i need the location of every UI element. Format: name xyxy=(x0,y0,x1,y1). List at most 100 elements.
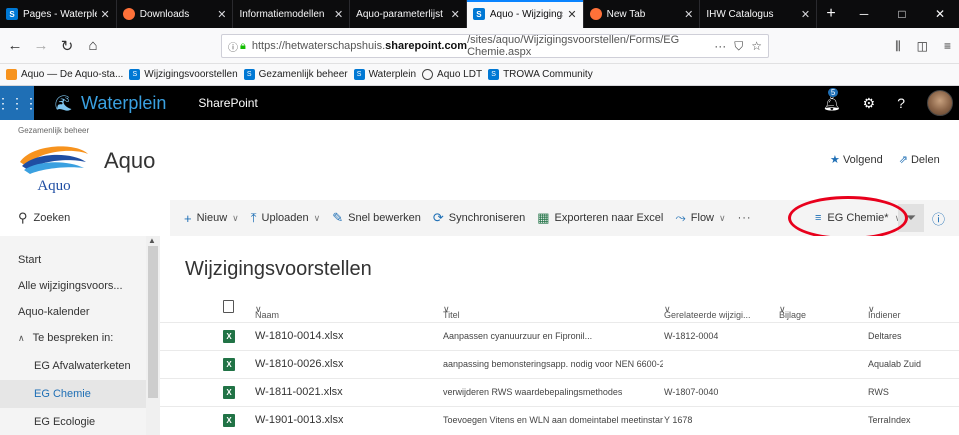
excel-file-icon: X xyxy=(223,414,235,427)
nav-item-eg-ecologie[interactable]: EG Ecologie xyxy=(0,408,146,435)
close-icon[interactable]: ✕ xyxy=(334,8,343,21)
column-header-name[interactable]: Naam ∨ xyxy=(255,304,279,320)
file-name[interactable]: W-1810-0014.xlsx xyxy=(255,330,343,342)
bookmark-aquo[interactable]: Aquo — De Aquo-sta... xyxy=(6,69,123,80)
library-icon[interactable]: ⫼ xyxy=(895,39,901,54)
table-row[interactable]: X W-1810-0026.xlsx aanpassing bemonsteri… xyxy=(160,350,959,378)
filter-icon[interactable]: ⏷ xyxy=(898,204,924,232)
settings-gear-icon[interactable]: ⚙ xyxy=(863,95,876,112)
nav-scrollbar-thumb[interactable] xyxy=(148,246,158,398)
nav-item-te-bespreken[interactable]: ∧ Te bespreken in: xyxy=(0,324,146,352)
reload-icon[interactable]: ↻ xyxy=(56,35,78,57)
sharepoint-icon: S xyxy=(129,69,141,80)
close-icon[interactable]: ✕ xyxy=(801,8,810,21)
nav-item-label: Te bespreken in: xyxy=(32,332,114,344)
details-pane-icon[interactable]: ⓘ xyxy=(932,200,945,236)
product-name[interactable]: SharePoint xyxy=(198,96,257,110)
maximize-icon[interactable]: □ xyxy=(883,0,921,28)
view-list-icon: ≡ xyxy=(815,212,822,224)
notifications-button[interactable]: 🔔︎ 5 xyxy=(823,87,841,112)
table-row[interactable]: X W-1810-0014.xlsx Aanpassen cyanuurzuur… xyxy=(160,322,959,350)
share-button[interactable]: ⇗ Delen xyxy=(899,153,940,166)
new-button[interactable]: + Nieuw ∨ xyxy=(178,200,245,236)
bookmark-label: Wijzigingsvoorstellen xyxy=(144,69,238,80)
nav-item-eg-chemie[interactable]: EG Chemie xyxy=(0,380,146,408)
bookmark-gezamenlijk-beheer[interactable]: S Gezamenlijk beheer xyxy=(243,69,348,80)
info-icon[interactable]: ⓘ xyxy=(228,39,238,54)
excel-icon: ▦ xyxy=(537,210,550,225)
site-title[interactable]: Aquo xyxy=(104,148,155,174)
file-name[interactable]: W-1810-0026.xlsx xyxy=(255,358,343,370)
chevron-up-icon[interactable]: ∧ xyxy=(18,333,25,344)
pocket-icon[interactable]: ⛉ xyxy=(734,39,743,54)
column-header-related[interactable]: Gerelateerde wijzigi... ∨ xyxy=(664,304,751,320)
close-icon[interactable]: ✕ xyxy=(101,8,110,21)
minimize-icon[interactable]: ─ xyxy=(845,0,883,28)
url-bar[interactable]: ⓘ 🔒︎ https://hetwaterschapshuis. sharepoi… xyxy=(221,34,769,58)
search-box[interactable]: ⚲ Zoeken xyxy=(0,200,170,236)
table-row[interactable]: X W-1811-0021.xlsx verwijderen RWS waard… xyxy=(160,378,959,406)
nav-item-alle-wijzigingsvoorstellen[interactable]: Alle wijzigingsvoors... xyxy=(0,272,146,300)
avatar[interactable] xyxy=(927,90,953,116)
file-name[interactable]: W-1901-0013.xlsx xyxy=(255,414,343,426)
close-icon[interactable]: ✕ xyxy=(217,8,226,21)
table-row[interactable]: X W-1901-0013.xlsx Toevoegen Vitens en W… xyxy=(160,406,959,434)
more-commands-button[interactable]: ··· xyxy=(732,200,758,236)
nav-item-eg-afvalwaterketen[interactable]: EG Afvalwaterketen xyxy=(0,352,146,380)
column-header-attachment[interactable]: Bijlage ∨ xyxy=(779,304,806,320)
export-excel-button[interactable]: ▦ Exporteren naar Excel xyxy=(531,200,669,236)
submitter: Aqualab Zuid xyxy=(868,359,922,369)
site-header: Gezamenlijk beheer Aquo Aquo ★ Volgend ⇗… xyxy=(0,120,959,200)
tab-aquo-wijzigingsvoorstellen[interactable]: S Aquo - Wijzigings ✕ xyxy=(466,0,584,28)
bookmark-wijzigingsvoorstellen[interactable]: S Wijzigingsvoorstellen xyxy=(129,69,238,80)
close-icon[interactable]: ✕ xyxy=(684,8,693,21)
follow-button[interactable]: ★ Volgend xyxy=(830,153,883,166)
tab-informatiemodellen[interactable]: Informatiemodellen ✕ xyxy=(233,0,351,28)
tab-downloads[interactable]: Downloads ✕ xyxy=(117,0,234,28)
related-change: Y 1678 xyxy=(664,415,693,425)
bookmark-aquo-ldt[interactable]: Aquo LDT xyxy=(422,69,482,80)
view-selector[interactable]: ≡ EG Chemie* ∨ xyxy=(807,200,909,236)
tab-pages-waterplein[interactable]: S Pages - Waterplein ✕ xyxy=(0,0,117,28)
tab-ihw-catalogus[interactable]: IHW Catalogus ✕ xyxy=(700,0,818,28)
nav-item-aquo-kalender[interactable]: Aquo-kalender xyxy=(0,298,146,326)
close-icon[interactable]: ✕ xyxy=(451,8,460,21)
bookmark-star-icon[interactable]: ☆ xyxy=(751,39,762,54)
more-actions-icon[interactable]: ··· xyxy=(714,39,726,54)
nav-item-start[interactable]: Start xyxy=(0,246,146,274)
tab-new-tab[interactable]: New Tab ✕ xyxy=(584,0,701,28)
tab-aquo-parameterlijst[interactable]: Aquo-parameterlijst ✕ xyxy=(350,0,467,28)
brand[interactable]: 🌊︎ Waterplein xyxy=(54,93,166,114)
aquo-logo[interactable]: Aquo xyxy=(18,140,90,194)
column-header-title[interactable]: Titel ∨ xyxy=(443,304,460,320)
flow-button[interactable]: ⤳ Flow ∨ xyxy=(669,200,731,236)
file-type-icon[interactable] xyxy=(223,300,234,313)
quick-edit-button[interactable]: ✎ Snel bewerken xyxy=(326,200,427,236)
help-icon[interactable]: ? xyxy=(897,95,905,111)
close-icon[interactable]: ✕ xyxy=(567,8,576,21)
forward-arrow-icon[interactable]: → xyxy=(30,35,52,57)
bookmark-trowa-community[interactable]: S TROWA Community xyxy=(488,69,593,80)
scroll-up-icon[interactable]: ▲ xyxy=(148,236,156,245)
sidebar-icon[interactable]: ◫ xyxy=(917,39,928,53)
new-tab-button[interactable]: + xyxy=(817,0,845,28)
close-window-icon[interactable]: ✕ xyxy=(921,0,959,28)
chevron-down-icon: ∨ xyxy=(719,212,726,223)
hub-breadcrumb[interactable]: Gezamenlijk beheer xyxy=(18,126,89,135)
back-arrow-icon[interactable]: ← xyxy=(4,35,26,57)
file-name[interactable]: W-1811-0021.xlsx xyxy=(255,386,343,398)
app-launcher-icon[interactable]: ⋮⋮⋮ xyxy=(0,86,38,120)
home-icon[interactable]: ⌂ xyxy=(82,35,104,57)
bookmark-waterplein[interactable]: S Waterplein xyxy=(353,69,416,80)
site-actions: ★ Volgend ⇗ Delen xyxy=(830,153,940,166)
column-header-submitter[interactable]: Indiener ∨ xyxy=(868,304,901,320)
chevron-down-icon: ∨ xyxy=(232,212,239,223)
sync-button[interactable]: ⟳ Synchroniseren xyxy=(427,200,531,236)
library-title[interactable]: Wijzigingsvoorstellen xyxy=(185,258,372,281)
menu-icon[interactable]: ≡ xyxy=(944,39,951,53)
firefox-icon xyxy=(589,8,602,20)
url-path: /sites/aquo/Wijzigingsvoorstellen/Forms/… xyxy=(467,34,680,58)
related-change: W-1807-0040 xyxy=(664,387,719,397)
new-label: Nieuw xyxy=(196,212,228,224)
upload-button[interactable]: ⤒ Uploaden ∨ xyxy=(245,200,326,236)
